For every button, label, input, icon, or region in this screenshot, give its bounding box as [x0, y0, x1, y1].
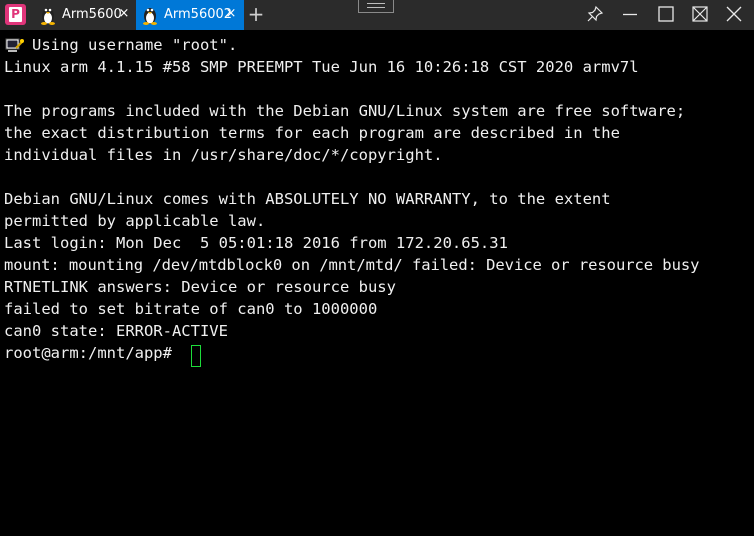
terminal-line: individual files in /usr/share/doc/*/cop… — [4, 146, 443, 164]
linux-penguin-icon — [143, 8, 157, 25]
terminal-line: RTNETLINK answers: Device or resource bu… — [4, 278, 396, 296]
app-logo-icon[interactable]: P — [5, 4, 26, 25]
tab-arm5600[interactable]: Arm5600 × — [34, 0, 136, 30]
terminal-line: permitted by applicable law. — [4, 212, 266, 230]
title-bar: P Arm5600 × Arm56002 × + — [0, 0, 754, 30]
maximize-icon[interactable] — [657, 5, 675, 23]
tab-arm56002[interactable]: Arm56002 × — [136, 0, 244, 30]
terminal-line: failed to set bitrate of can0 to 1000000 — [4, 300, 378, 318]
terminal-line: Last login: Mon Dec 5 05:01:18 2016 from… — [4, 234, 508, 252]
terminal-cursor[interactable] — [191, 345, 201, 367]
terminal-line: Debian GNU/Linux comes with ABSOLUTELY N… — [4, 190, 611, 208]
terminal-line: Using username "root". — [4, 36, 238, 54]
tab-label: Arm5600 — [62, 7, 122, 22]
fullscreen-icon[interactable] — [691, 5, 709, 23]
app-logo-letter: P — [9, 7, 22, 22]
close-window-icon[interactable] — [725, 5, 743, 23]
pin-icon[interactable] — [586, 5, 604, 23]
tab-close-icon[interactable]: × — [118, 7, 130, 20]
new-tab-button[interactable]: + — [247, 4, 265, 24]
tab-list-handle-icon[interactable] — [358, 0, 394, 13]
terminal-line: Linux arm 4.1.15 #58 SMP PREEMPT Tue Jun… — [4, 58, 639, 76]
terminal-line: mount: mounting /dev/mtdblock0 on /mnt/m… — [4, 256, 700, 274]
terminal-line: The programs included with the Debian GN… — [4, 102, 686, 120]
tab-label: Arm56002 — [164, 7, 233, 22]
minimize-icon[interactable] — [621, 5, 639, 23]
tab-close-icon[interactable]: × — [225, 7, 237, 20]
terminal-line: the exact distribution terms for each pr… — [4, 124, 620, 142]
terminal-prompt: root@arm:/mnt/app# — [4, 344, 182, 362]
terminal-line: can0 state: ERROR-ACTIVE — [4, 322, 228, 340]
linux-penguin-icon — [41, 8, 55, 25]
terminal-output[interactable]: Using username "root". Linux arm 4.1.15 … — [0, 30, 754, 536]
